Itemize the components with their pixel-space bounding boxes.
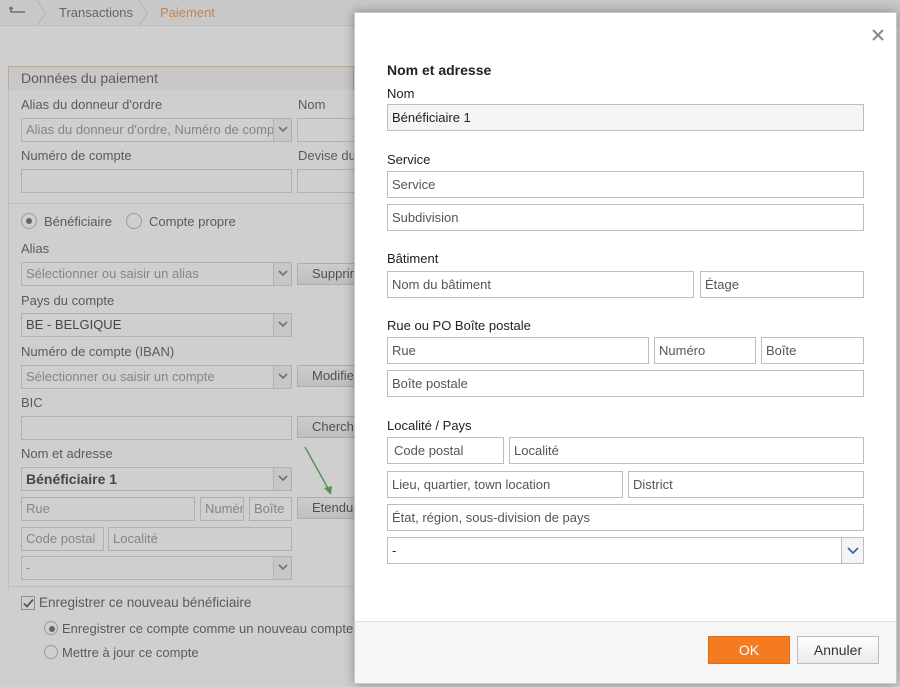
building-input[interactable]: Nom du bâtiment bbox=[387, 271, 694, 298]
postal-input[interactable]: Code postal bbox=[387, 437, 504, 464]
name-address-dialog: Nom et adresse Nom Bénéficiaire 1 Servic… bbox=[354, 12, 897, 684]
service-input-placeholder: Service bbox=[392, 177, 436, 192]
building-input-placeholder: Nom du bâtiment bbox=[392, 277, 491, 292]
floor-input[interactable]: Étage bbox=[700, 271, 864, 298]
number-input[interactable]: Numéro bbox=[654, 337, 756, 364]
street-label: Rue ou PO Boîte postale bbox=[387, 318, 531, 333]
ok-button[interactable]: OK bbox=[708, 636, 790, 664]
subdivision-input-placeholder: Subdivision bbox=[392, 210, 459, 225]
service-input[interactable]: Service bbox=[387, 171, 864, 198]
district-input[interactable]: District bbox=[628, 471, 864, 498]
location-input[interactable]: Lieu, quartier, town location bbox=[387, 471, 623, 498]
po-box-input-placeholder: Boîte postale bbox=[392, 376, 468, 391]
nom-input-value: Bénéficiaire 1 bbox=[392, 110, 471, 125]
chevron-down-icon bbox=[841, 538, 863, 563]
city-input[interactable]: Localité bbox=[509, 437, 864, 464]
dialog-title: Nom et adresse bbox=[387, 62, 492, 78]
region-input-placeholder: État, région, sous-division de pays bbox=[392, 510, 590, 525]
number-input-placeholder: Numéro bbox=[659, 343, 706, 358]
postal-input-placeholder: Code postal bbox=[394, 443, 464, 458]
box-input[interactable]: Boîte bbox=[761, 337, 864, 364]
nom-label: Nom bbox=[387, 86, 415, 101]
region-input[interactable]: État, région, sous-division de pays bbox=[387, 504, 864, 531]
cancel-button[interactable]: Annuler bbox=[797, 636, 879, 664]
country-select-value: - bbox=[392, 543, 397, 558]
box-input-placeholder: Boîte bbox=[766, 343, 797, 358]
building-label: Bâtiment bbox=[387, 251, 439, 266]
dialog-footer: OK Annuler bbox=[355, 621, 896, 683]
subdivision-input[interactable]: Subdivision bbox=[387, 204, 864, 231]
city-input-placeholder: Localité bbox=[514, 443, 559, 458]
floor-input-placeholder: Étage bbox=[705, 277, 739, 292]
po-box-input[interactable]: Boîte postale bbox=[387, 370, 864, 397]
service-label: Service bbox=[387, 152, 431, 167]
close-icon[interactable] bbox=[870, 27, 886, 43]
street-input[interactable]: Rue bbox=[387, 337, 649, 364]
city-country-label: Localité / Pays bbox=[387, 418, 472, 433]
nom-input[interactable]: Bénéficiaire 1 bbox=[387, 104, 864, 131]
street-input-placeholder: Rue bbox=[392, 343, 416, 358]
location-input-placeholder: Lieu, quartier, town location bbox=[392, 477, 551, 492]
country-select[interactable]: - bbox=[387, 537, 864, 564]
district-input-placeholder: District bbox=[633, 477, 673, 492]
